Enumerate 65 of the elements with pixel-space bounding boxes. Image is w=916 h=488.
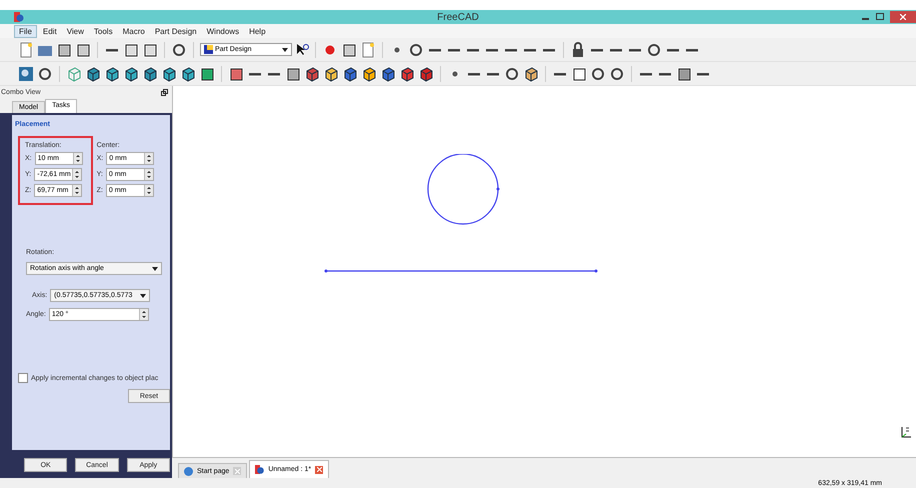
circle-icon[interactable] bbox=[609, 66, 625, 82]
magnifier-icon[interactable] bbox=[18, 66, 34, 82]
cube-icon[interactable] bbox=[304, 66, 320, 82]
caret-icon bbox=[140, 294, 146, 298]
spin-arrows-icon[interactable] bbox=[138, 309, 148, 320]
caret-icon bbox=[282, 48, 288, 52]
menu-item[interactable]: Macro bbox=[118, 26, 149, 36]
close-icon[interactable] bbox=[900, 14, 906, 20]
window-title: FreeCAD bbox=[437, 12, 479, 22]
spin-arrows-icon[interactable] bbox=[72, 169, 82, 180]
square-icon[interactable] bbox=[676, 66, 692, 82]
circle-icon[interactable] bbox=[37, 66, 53, 82]
cube-icon[interactable] bbox=[380, 66, 396, 82]
maximize-icon[interactable] bbox=[876, 13, 884, 21]
cube-icon[interactable] bbox=[161, 66, 177, 82]
cube-icon[interactable] bbox=[523, 66, 539, 82]
square-icon[interactable] bbox=[199, 66, 215, 82]
app-logo-icon bbox=[14, 12, 24, 22]
cube-icon[interactable] bbox=[123, 66, 139, 82]
undock-icon[interactable] bbox=[161, 88, 168, 96]
square-icon[interactable] bbox=[341, 42, 357, 58]
spin-arrows-icon[interactable] bbox=[144, 153, 154, 164]
square-icon[interactable] bbox=[142, 42, 158, 58]
menu-item[interactable]: Help bbox=[245, 26, 270, 36]
spin-arrows-icon[interactable] bbox=[72, 185, 82, 196]
cube-icon[interactable] bbox=[342, 66, 358, 82]
menu-item[interactable]: Windows bbox=[202, 26, 244, 36]
lock-icon[interactable] bbox=[570, 42, 586, 58]
spin-arrows-icon[interactable] bbox=[144, 169, 153, 180]
square-icon[interactable] bbox=[285, 66, 301, 82]
new-document-icon[interactable] bbox=[18, 42, 34, 58]
square-icon[interactable] bbox=[123, 42, 139, 58]
circle-icon[interactable] bbox=[590, 66, 606, 82]
square-icon[interactable] bbox=[75, 42, 91, 58]
cube-icon[interactable] bbox=[142, 66, 158, 82]
circle-icon[interactable] bbox=[408, 42, 424, 58]
spin-arrows-icon[interactable] bbox=[144, 185, 153, 196]
menu-item[interactable]: View bbox=[62, 26, 88, 36]
square-icon[interactable] bbox=[571, 66, 587, 82]
workbench-icon bbox=[204, 45, 213, 54]
spin-arrows-icon[interactable] bbox=[72, 153, 82, 164]
circle-icon[interactable] bbox=[504, 66, 520, 82]
menu-item[interactable]: File bbox=[14, 24, 37, 38]
cube-icon[interactable] bbox=[85, 66, 101, 82]
tab-close-button[interactable] bbox=[315, 466, 324, 474]
menu-item[interactable]: Edit bbox=[38, 26, 61, 36]
close-button[interactable] bbox=[890, 11, 916, 23]
cube-icon[interactable] bbox=[104, 66, 120, 82]
axis-cross-icon bbox=[900, 425, 912, 439]
cube-icon[interactable] bbox=[180, 66, 196, 82]
caret-icon bbox=[152, 266, 158, 270]
help-cursor-icon[interactable] bbox=[295, 42, 309, 56]
globe-icon bbox=[184, 466, 193, 476]
circle-icon[interactable] bbox=[646, 42, 662, 58]
circle-icon[interactable] bbox=[171, 42, 187, 58]
menu-item[interactable]: Part Design bbox=[150, 26, 201, 36]
cube-icon[interactable] bbox=[323, 66, 339, 82]
cube-icon[interactable] bbox=[418, 66, 434, 82]
checkbox[interactable] bbox=[18, 373, 28, 383]
square-icon[interactable] bbox=[228, 66, 244, 82]
cube-icon[interactable] bbox=[361, 66, 377, 82]
app-logo-icon bbox=[255, 465, 264, 474]
square-icon[interactable] bbox=[56, 42, 72, 58]
menu-item[interactable]: Tools bbox=[90, 26, 117, 36]
cube-icon[interactable] bbox=[399, 66, 415, 82]
